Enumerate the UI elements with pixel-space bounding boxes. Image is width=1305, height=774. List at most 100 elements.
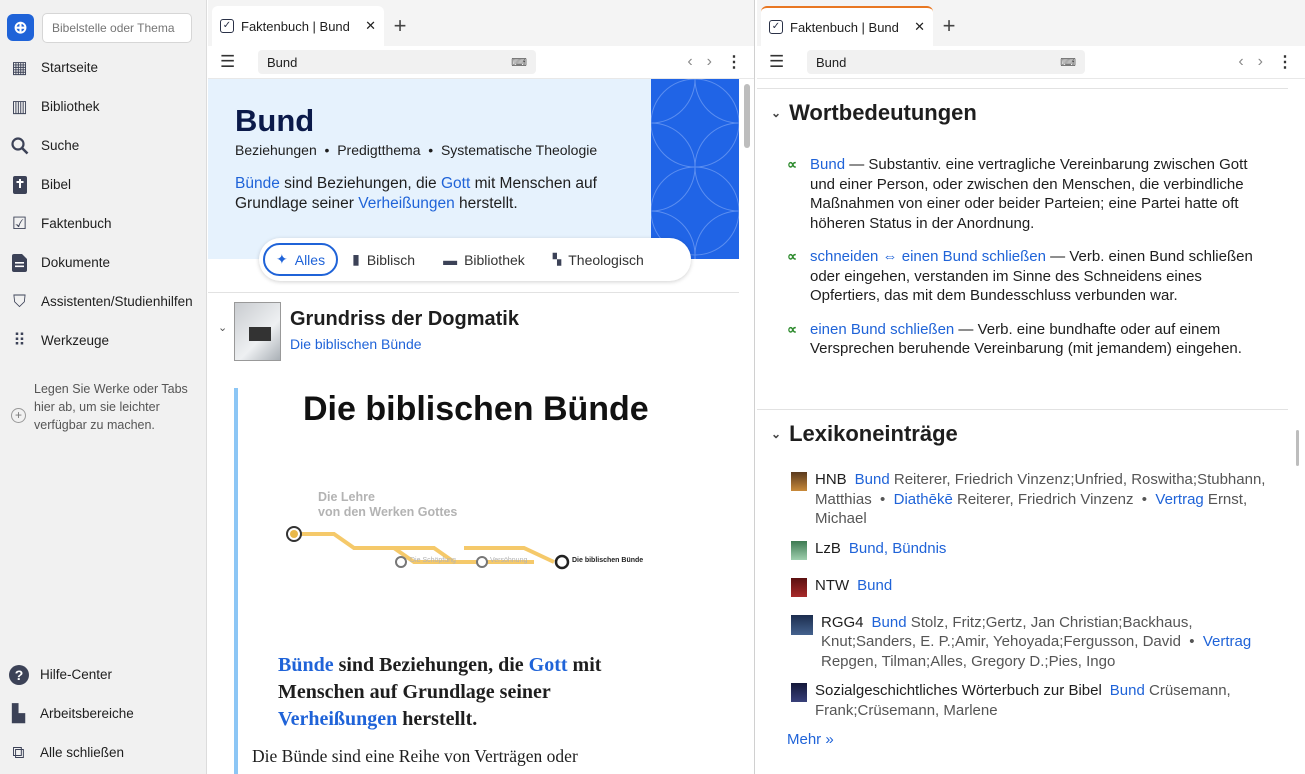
book-title[interactable]: Grundriss der Dogmatik	[290, 308, 519, 331]
sidebar-item-faktenbuch[interactable]: ☑ Faktenbuch	[0, 204, 207, 243]
link-verheissungen[interactable]: Verheißungen	[358, 195, 455, 212]
meaning-item: ∝ schneiden ⇔ einen Bund schließen — Verb…	[787, 247, 1267, 306]
resource-abbr: HNB	[815, 471, 847, 488]
category-link[interactable]: Systematische Theologie	[441, 142, 597, 158]
search-icon	[9, 135, 30, 156]
description-text: herstellt.	[454, 195, 518, 212]
lexicon-entry: HNB Bund Reiterer, Friedrich Vinzenz;Unfr…	[791, 470, 1271, 529]
filter-alles[interactable]: ✦ Alles	[263, 243, 339, 276]
sense-link[interactable]: schneiden ⇔ einen Bund schließen	[810, 248, 1046, 265]
scrollbar-thumb[interactable]	[744, 84, 750, 148]
sidebar-item-arbeitsbereiche[interactable]: ▙ Arbeitsbereiche	[0, 694, 207, 733]
section-title: Die biblischen Bünde	[303, 390, 649, 428]
tab-title: Faktenbuch | Bund	[241, 18, 350, 34]
sidebar-item-alle-schliessen[interactable]: ⧉ Alle schließen	[0, 733, 207, 772]
forward-icon[interactable]: ›	[1258, 53, 1263, 71]
doctrine-diagram: Die Lehre von den Werken Gottes Die Schöp…	[284, 486, 644, 586]
more-options-icon[interactable]: ⋮	[1277, 52, 1293, 72]
filter-biblisch[interactable]: ▮ Biblisch	[338, 243, 429, 276]
tab-title: Faktenbuch | Bund	[790, 19, 899, 35]
tab-faktenbuch-bund[interactable]: ✓ Faktenbuch | Bund ✕	[761, 6, 933, 46]
article-link[interactable]: Bund	[857, 577, 892, 594]
reference-box[interactable]: Bund ⌨	[258, 50, 536, 74]
sidebar-item-label: Faktenbuch	[41, 216, 112, 231]
decorative-pattern	[651, 79, 739, 259]
filter-label: Alles	[294, 251, 326, 268]
lexicon-list: HNB Bund Reiterer, Friedrich Vinzenz;Unfr…	[791, 470, 1271, 730]
sidebar-item-label: Arbeitsbereiche	[40, 706, 134, 721]
reference-box[interactable]: Bund ⌨	[807, 50, 1085, 74]
article-link[interactable]: Bund	[1110, 682, 1145, 699]
keyboard-icon[interactable]: ⌨	[1060, 56, 1076, 69]
link-buende[interactable]: Bünde	[235, 175, 280, 192]
filter-theologisch[interactable]: ▚ Theologisch	[539, 243, 658, 276]
tab-faktenbuch-bund[interactable]: ✓ Faktenbuch | Bund ✕	[212, 6, 384, 46]
panel-toolbar: ☰ Bund ⌨ ‹ › ⋮	[757, 46, 1305, 79]
library-icon: ▥	[11, 96, 28, 116]
resource-cover-icon[interactable]	[791, 472, 807, 491]
sidebar: ⊕ ▦ Startseite ▥ Bibliothek Suche Bibel ☑ F…	[0, 0, 207, 774]
logos-logo-icon[interactable]: ⊕	[7, 14, 34, 41]
sense-icon: ∝	[787, 320, 798, 337]
sidebar-item-assistenten[interactable]: ⛉ Assistenten/Studienhilfen	[0, 282, 207, 321]
resource-cover-icon[interactable]	[791, 683, 807, 702]
keyboard-icon[interactable]: ⌨	[511, 56, 527, 69]
forward-icon[interactable]: ›	[707, 53, 712, 71]
sidebar-item-label: Werkzeuge	[41, 333, 110, 348]
close-icon[interactable]: ✕	[365, 18, 376, 34]
new-tab-button[interactable]: +	[933, 6, 965, 46]
sparkle-icon: ✦	[276, 251, 288, 267]
sidebar-item-werkzeuge[interactable]: ⠿ Werkzeuge	[0, 321, 207, 360]
section-wortbedeutungen[interactable]: ⌄ Wortbedeutungen	[771, 100, 977, 126]
shortcut-drop-zone[interactable]: + Legen Sie Werke oder Tabs hier ab, um …	[11, 380, 191, 434]
tools-grid-icon: ⠿	[13, 330, 26, 350]
chevron-down-icon[interactable]: ⌄	[218, 321, 227, 334]
hierarchy-icon: ▚	[552, 254, 562, 266]
new-tab-button[interactable]: +	[384, 6, 416, 46]
sidebar-item-suche[interactable]: Suche	[0, 126, 207, 165]
help-icon: ?	[8, 664, 29, 685]
word-meanings-list: ∝ Bund — Substantiv. eine vertragliche Ve…	[787, 155, 1267, 373]
sidebar-item-bibliothek[interactable]: ▥ Bibliothek	[0, 87, 207, 126]
article-link[interactable]: Vertrag	[1203, 633, 1251, 650]
more-options-icon[interactable]: ⋮	[726, 52, 742, 72]
section-heading: Lexikoneinträge	[789, 421, 958, 446]
link-buende[interactable]: Bünde	[278, 654, 334, 676]
article-link[interactable]: Bund, Bündnis	[849, 540, 947, 557]
article-link[interactable]: Bund	[872, 614, 907, 631]
back-icon[interactable]: ‹	[687, 53, 692, 71]
scrollbar-thumb[interactable]	[1296, 430, 1299, 466]
dashboard-icon: ▦	[11, 57, 28, 77]
filter-bibliothek[interactable]: ▬ Bibliothek	[429, 243, 539, 276]
reference-text: Bund	[267, 54, 298, 70]
link-gott[interactable]: Gott	[529, 654, 568, 676]
book-cover[interactable]	[234, 302, 281, 361]
resource-cover-icon[interactable]	[791, 577, 807, 597]
back-icon[interactable]: ‹	[1238, 53, 1243, 71]
sidebar-item-bibel[interactable]: Bibel	[0, 165, 207, 204]
sense-link[interactable]: Bund	[810, 156, 845, 173]
sidebar-item-label: Dokumente	[41, 255, 111, 270]
diagram-stop: Die biblischen Bünde	[572, 557, 644, 564]
menu-icon[interactable]: ☰	[220, 52, 242, 72]
menu-icon[interactable]: ☰	[769, 52, 791, 72]
sidebar-item-startseite[interactable]: ▦ Startseite	[0, 48, 207, 87]
sidebar-search-input[interactable]	[42, 13, 192, 43]
resource-cover-icon[interactable]	[791, 614, 813, 635]
sense-link[interactable]: einen Bund schließen	[810, 321, 954, 338]
summary-text: Bünde sind Beziehungen, die Gott mit Men…	[278, 654, 602, 730]
more-link[interactable]: Mehr »	[787, 731, 834, 748]
link-gott[interactable]: Gott	[441, 175, 470, 192]
book-section-link[interactable]: Die biblischen Bünde	[290, 336, 422, 352]
resource-cover-icon[interactable]	[791, 540, 807, 560]
article-link[interactable]: Vertrag	[1155, 491, 1203, 508]
category-link[interactable]: Beziehungen	[235, 142, 317, 158]
sidebar-item-hilfe[interactable]: ? Hilfe-Center	[0, 655, 207, 694]
section-lexikoneintraege[interactable]: ⌄ Lexikoneinträge	[771, 421, 958, 447]
article-link[interactable]: Bund	[855, 471, 890, 488]
link-verheissungen[interactable]: Verheißungen	[278, 708, 397, 730]
sidebar-item-dokumente[interactable]: Dokumente	[0, 243, 207, 282]
close-icon[interactable]: ✕	[914, 19, 925, 35]
category-link[interactable]: Predigtthema	[337, 142, 420, 158]
article-link[interactable]: Diathēkē	[894, 491, 953, 508]
